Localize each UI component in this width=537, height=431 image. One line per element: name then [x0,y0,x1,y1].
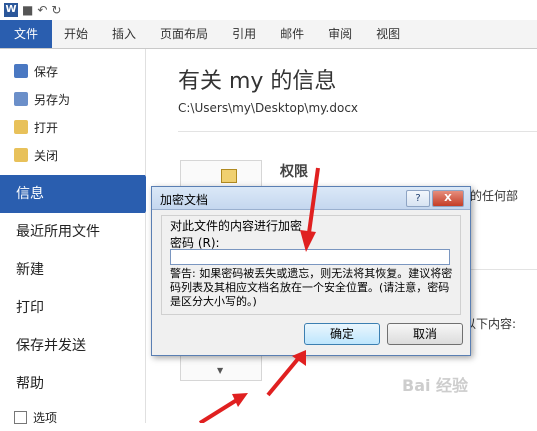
dialog-title: 加密文档 [160,193,209,207]
warning-text: 警告: 如果密码被丢失或遗忘，则无法将其恢复。建议将密码列表及其相应文档名放在一… [170,267,453,308]
sidebar-item-label: 保存 [34,64,59,79]
cancel-button[interactable]: 取消 [387,323,463,345]
tab-references[interactable]: 引用 [220,20,268,48]
watermark: Bai 经验 [402,376,469,395]
sidebar-item-save-send[interactable]: 保存并发送 [0,327,145,365]
sidebar-item-help[interactable]: 帮助 [0,365,145,403]
chevron-down-icon: ▼ [217,366,224,375]
help-button[interactable]: ? [406,190,430,207]
divider [178,131,537,132]
sidebar-item-label: 关闭 [34,148,59,163]
tab-page-layout[interactable]: 页面布局 [148,20,220,48]
redo-icon[interactable]: ↻ [51,3,61,17]
group-label: 对此文件的内容进行加密 [170,219,303,233]
ribbon-tabs: 文件 开始 插入 页面布局 引用 邮件 审阅 视图 [0,20,537,49]
prepare-description: 以下内容: [464,317,517,331]
sidebar-item-save[interactable]: 保存 [0,57,145,85]
word-app-icon[interactable]: W [4,3,18,17]
lock-icon [221,169,237,183]
encrypt-document-dialog: 加密文档 ? X 对此文件的内容进行加密 密码 (R): 警告: 如果密码被丢失… [151,186,471,356]
page-title: 有关 my 的信息 [178,69,337,94]
sidebar-item-info[interactable]: 信息 [0,175,155,213]
close-button[interactable]: X [432,190,464,207]
sidebar-item-open[interactable]: 打开 [0,113,145,141]
sidebar-item-print[interactable]: 打印 [0,289,145,327]
file-path: C:\Users\my\Desktop\my.docx [178,101,359,115]
save-icon[interactable]: ■ [22,3,33,17]
sidebar-item-label: 另存为 [34,92,71,107]
tab-view[interactable]: 视图 [364,20,412,48]
sidebar-item-save-as[interactable]: 另存为 [0,85,145,113]
password-input[interactable] [170,249,450,265]
sidebar-item-close[interactable]: 关闭 [0,141,145,169]
tab-review[interactable]: 审阅 [316,20,364,48]
sidebar-item-recent[interactable]: 最近所用文件 [0,213,145,251]
ok-button[interactable]: 确定 [304,323,380,345]
undo-icon[interactable]: ↶ [37,3,47,17]
tab-home[interactable]: 开始 [52,20,100,48]
sidebar-item-options[interactable]: 选项 [0,403,145,431]
tab-file[interactable]: 文件 [0,20,53,48]
sidebar-item-new[interactable]: 新建 [0,251,145,289]
tab-mailings[interactable]: 邮件 [268,20,316,48]
tab-insert[interactable]: 插入 [100,20,148,48]
options-icon [14,410,27,424]
sidebar-item-label: 打开 [34,120,59,135]
backstage-sidebar: 保存 另存为 打开 关闭 信息 最近所用文件 新建 打印 保存并发送 帮助 选项 [0,49,155,425]
save-icon [14,64,28,78]
save-as-icon [14,92,28,106]
close-folder-icon [14,148,28,162]
open-folder-icon [14,120,28,134]
permissions-heading: 权限 [280,164,308,180]
dialog-titlebar[interactable]: 加密文档 ? X [152,187,470,210]
quick-access-toolbar: W ■ ↶ ↻ [0,0,537,20]
